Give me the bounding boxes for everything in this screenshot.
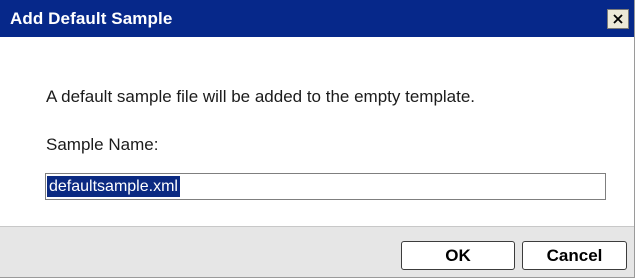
sample-name-label: Sample Name: (46, 135, 159, 154)
sample-name-field[interactable]: defaultsample.xml (45, 173, 606, 200)
info-message: A default sample file will be added to t… (46, 87, 476, 106)
button-bar: OK Cancel (0, 226, 634, 277)
close-icon (613, 14, 623, 24)
dialog-title: Add Default Sample (10, 9, 173, 28)
cancel-button[interactable]: Cancel (522, 241, 627, 270)
close-button[interactable] (607, 9, 629, 29)
sample-name-input[interactable] (46, 174, 605, 199)
ok-button[interactable]: OK (401, 241, 515, 270)
title-bar[interactable]: Add Default Sample (0, 0, 634, 37)
add-default-sample-dialog: Add Default Sample A default sample file… (0, 0, 635, 278)
